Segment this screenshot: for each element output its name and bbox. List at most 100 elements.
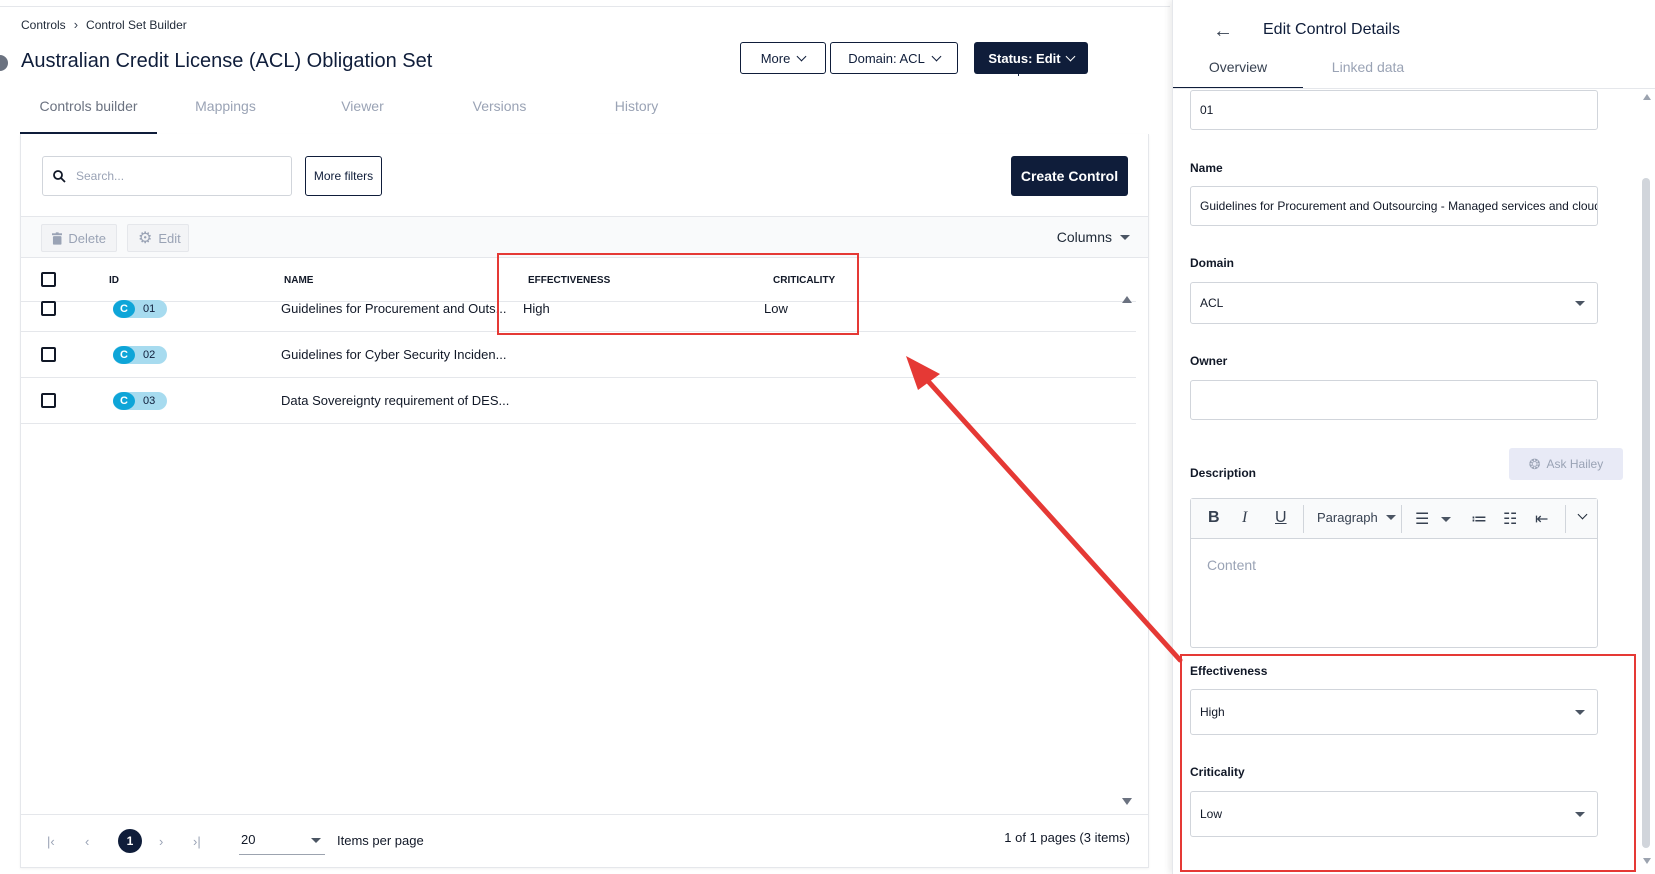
last-page-icon[interactable]: ›| — [193, 834, 201, 849]
effectiveness-select-value: High — [1200, 705, 1225, 719]
bold-icon[interactable]: B — [1208, 509, 1220, 527]
table-scroll-up-icon[interactable] — [1122, 296, 1132, 303]
owner-label: Owner — [1190, 354, 1228, 368]
tab-linked-data[interactable]: Linked data — [1303, 59, 1433, 89]
id-field[interactable]: 01 — [1190, 90, 1598, 130]
align-left-icon[interactable]: ☰ — [1415, 509, 1429, 529]
prev-page-icon[interactable]: ‹ — [85, 834, 89, 849]
search-input[interactable]: Search... — [42, 156, 292, 196]
drawer-title: Edit Control Details — [1263, 21, 1400, 38]
table-scroll-down-icon[interactable] — [1122, 798, 1132, 805]
more-filters-button[interactable]: More filters — [305, 156, 382, 196]
tab-history[interactable]: History — [568, 92, 705, 134]
row-checkbox[interactable] — [41, 347, 56, 362]
ask-hailey-button[interactable]: ❂ Ask Hailey — [1509, 448, 1623, 480]
caret-down-icon — [311, 838, 321, 843]
brain-icon: ❂ — [1528, 455, 1541, 472]
caret-down-icon — [1385, 515, 1396, 520]
domain-select[interactable]: ACL — [1190, 282, 1598, 324]
more-button[interactable]: More — [740, 42, 826, 74]
paragraph-select[interactable]: Paragraph — [1317, 510, 1396, 525]
page-title: Australian Credit License (ACL) Obligati… — [21, 50, 433, 72]
trash-icon — [52, 231, 63, 245]
select-all-checkbox[interactable] — [41, 272, 56, 287]
columns-dropdown[interactable]: Columns — [1057, 229, 1130, 245]
create-control-button[interactable]: Create Control — [1011, 156, 1128, 196]
effectiveness-label: Effectiveness — [1190, 664, 1268, 678]
tab-versions[interactable]: Versions — [431, 92, 568, 134]
status-button[interactable]: Status: Edit — [974, 42, 1088, 74]
tab-mappings[interactable]: Mappings — [157, 92, 294, 134]
drawer-scrollbar[interactable] — [1642, 178, 1650, 848]
app-root: Controls › Control Set Builder Australia… — [0, 0, 1655, 874]
pager: |‹ ‹ 1 › ›| 20 Items per page 1 of 1 pag… — [21, 814, 1148, 866]
caret-down-icon[interactable] — [1441, 517, 1451, 522]
domain-button[interactable]: Domain: ACL — [830, 42, 958, 74]
bullet-list-icon[interactable]: ☷ — [1503, 509, 1517, 529]
name-field[interactable]: Guidelines for Procurement and Outsourci… — [1190, 186, 1598, 226]
search-placeholder: Search... — [76, 169, 125, 183]
chevron-down-icon — [796, 51, 807, 61]
column-header-id[interactable]: ID — [109, 275, 119, 286]
editor-divider — [1303, 505, 1304, 533]
breadcrumb-current: Control Set Builder — [86, 17, 187, 32]
status-button-label: Status: Edit — [988, 50, 1061, 66]
drawer-scroll-down-icon[interactable] — [1643, 858, 1651, 864]
owner-field[interactable] — [1190, 380, 1598, 420]
control-name: Guidelines for Procurement and Outs... — [281, 301, 507, 316]
caret-down-icon — [1575, 301, 1585, 306]
row-checkbox[interactable] — [41, 301, 56, 316]
column-header-effectiveness[interactable]: EFFECTIVENESS — [528, 275, 610, 286]
name-label: Name — [1190, 161, 1223, 175]
next-page-icon[interactable]: › — [159, 834, 163, 849]
row-checkbox[interactable] — [41, 393, 56, 408]
delete-button[interactable]: Delete — [41, 224, 117, 252]
table-toolbar: Delete ⚙ Edit Columns — [21, 216, 1148, 258]
tab-viewer[interactable]: Viewer — [294, 92, 431, 134]
description-editor[interactable]: B I U Paragraph ☰ ≔ ☷ ⇤ Content — [1190, 498, 1598, 648]
breadcrumb: Controls › Control Set Builder — [21, 17, 187, 32]
current-page[interactable]: 1 — [118, 829, 142, 853]
criticality-select[interactable]: Low — [1190, 791, 1598, 837]
column-header-criticality[interactable]: CRITICALITY — [773, 275, 835, 286]
gear-icon: ⚙ — [138, 230, 153, 247]
control-id: 02 — [143, 349, 156, 361]
delete-label: Delete — [68, 230, 106, 246]
first-page-icon[interactable]: |‹ — [47, 834, 55, 849]
outdent-icon[interactable]: ⇤ — [1535, 509, 1548, 529]
control-id: 01 — [143, 303, 156, 315]
ordered-list-icon[interactable]: ≔ — [1471, 509, 1487, 529]
tab-overview[interactable]: Overview — [1173, 59, 1303, 89]
editor-divider — [1401, 505, 1402, 533]
editor-toolbar: B I U Paragraph ☰ ≔ ☷ ⇤ — [1191, 499, 1597, 539]
caret-down-icon — [1575, 710, 1585, 715]
edit-button[interactable]: ⚙ Edit — [127, 224, 189, 252]
chevron-down-icon[interactable] — [1577, 509, 1588, 520]
ask-hailey-label: Ask Hailey — [1546, 457, 1604, 471]
table-row[interactable]: C 03 Data Sovereignty requirement of DES… — [21, 378, 1136, 424]
pager-info: 1 of 1 pages (3 items) — [1004, 830, 1130, 845]
edit-control-drawer: ← Edit Control Details Overview Linked d… — [1172, 0, 1655, 874]
page-size-select[interactable]: 20 — [239, 825, 325, 855]
control-id: 03 — [143, 395, 156, 407]
effectiveness-select[interactable]: High — [1190, 689, 1598, 735]
chevron-down-icon — [931, 51, 942, 61]
control-id-badge: C 02 — [113, 346, 167, 364]
back-arrow-icon[interactable]: ← — [1213, 20, 1233, 43]
control-id-badge: C 03 — [113, 392, 167, 410]
criticality-label: Criticality — [1190, 765, 1245, 779]
italic-icon[interactable]: I — [1242, 509, 1247, 527]
underline-icon[interactable]: U — [1275, 509, 1287, 527]
domain-select-value: ACL — [1200, 296, 1224, 310]
collapse-handle[interactable] — [0, 55, 8, 71]
breadcrumb-controls[interactable]: Controls — [21, 18, 66, 32]
criticality-select-value: Low — [1200, 807, 1223, 821]
drawer-scroll-up-icon[interactable] — [1643, 94, 1651, 100]
control-type-icon: C — [113, 392, 135, 410]
columns-label: Columns — [1056, 229, 1112, 245]
table-row[interactable]: C 01 Guidelines for Procurement and Outs… — [21, 286, 1136, 332]
tab-controls-builder[interactable]: Controls builder — [20, 92, 157, 134]
chevron-down-icon — [1065, 51, 1076, 61]
column-header-name[interactable]: NAME — [284, 275, 313, 286]
table-row[interactable]: C 02 Guidelines for Cyber Security Incid… — [21, 332, 1136, 378]
